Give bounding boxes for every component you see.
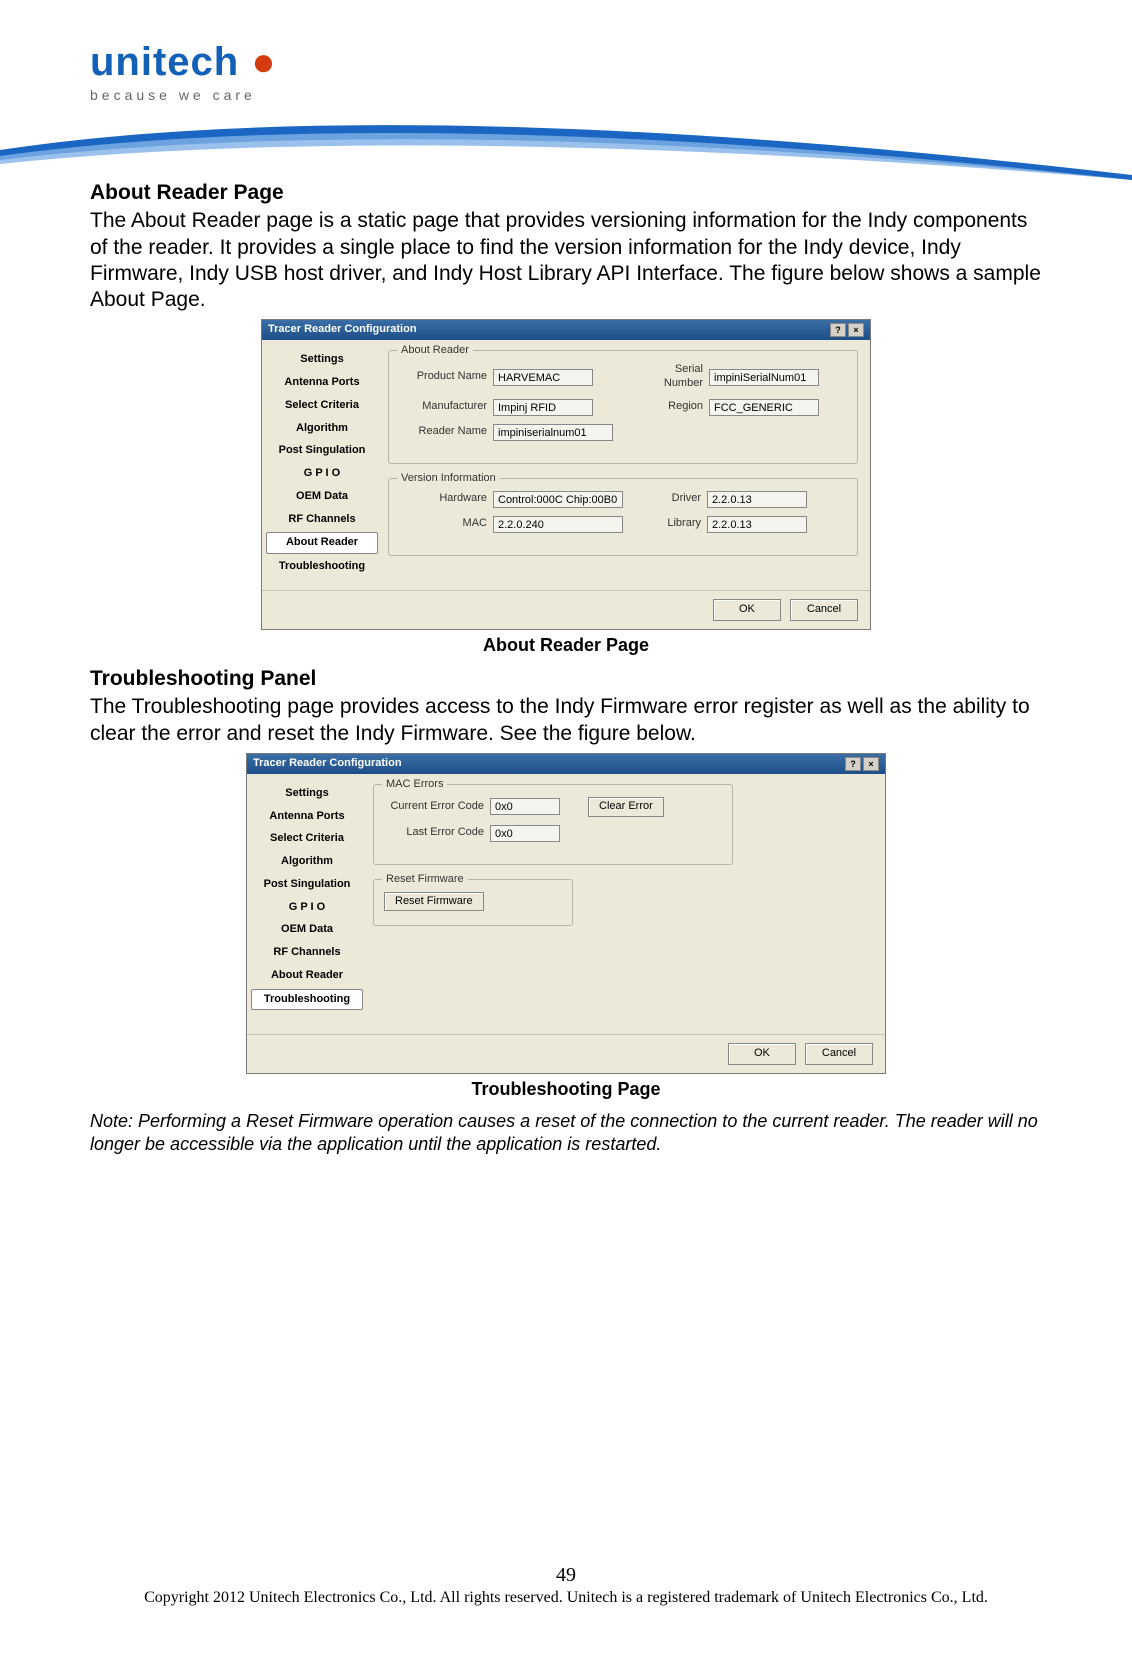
reader-name-value: impiniserialnum01 (493, 424, 613, 441)
mac-label: MAC (399, 517, 487, 531)
content-area: About Reader Page The About Reader page … (0, 160, 1132, 1157)
dialog-title: Tracer Reader Configuration (268, 323, 417, 337)
region-value: FCC_GENERIC (709, 399, 819, 416)
about-panel: About Reader Product Name HARVEMAC Seria… (382, 340, 870, 590)
region-label: Region (633, 400, 703, 414)
sidebar-item-oem-data[interactable]: OEM Data (251, 920, 363, 940)
sidebar-item-post-singulation[interactable]: Post Singulation (251, 875, 363, 895)
page-footer: 49 Copyright 2012 Unitech Electronics Co… (0, 1564, 1132, 1607)
about-heading: About Reader Page (90, 180, 1042, 206)
last-error-label: Last Error Code (384, 826, 484, 840)
manufacturer-value: Impinj RFID (493, 399, 593, 416)
cancel-button[interactable]: Cancel (790, 599, 858, 621)
reset-firmware-group: Reset Firmware Reset Firmware (373, 879, 573, 927)
ts-body: The Troubleshooting page provides access… (90, 694, 1042, 747)
current-error-value: 0x0 (490, 798, 560, 815)
cancel-button[interactable]: Cancel (805, 1043, 873, 1065)
copyright-text: Copyright 2012 Unitech Electronics Co., … (0, 1589, 1132, 1607)
sidebar-item-troubleshooting[interactable]: Troubleshooting (251, 989, 363, 1011)
dialog-titlebar: Tracer Reader Configuration ? × (262, 320, 870, 340)
group-legend: MAC Errors (382, 778, 447, 792)
group-legend: Reset Firmware (382, 873, 468, 887)
close-icon[interactable]: × (863, 757, 879, 771)
help-icon[interactable]: ? (845, 757, 861, 771)
ts-heading: Troubleshooting Panel (90, 666, 1042, 692)
hardware-value: Control:000C Chip:00B0 (493, 491, 623, 508)
manufacturer-label: Manufacturer (399, 400, 487, 414)
dialog-footer: OK Cancel (262, 590, 870, 629)
driver-label: Driver (651, 492, 701, 506)
sidebar-item-about-reader[interactable]: About Reader (251, 966, 363, 986)
page-header: unitech ● because we care (0, 0, 1132, 160)
dialog-footer: OK Cancel (247, 1034, 885, 1073)
dialog-titlebar: Tracer Reader Configuration ? × (247, 754, 885, 774)
sidebar-item-gpio[interactable]: G P I O (266, 464, 378, 484)
reset-firmware-button[interactable]: Reset Firmware (384, 892, 484, 912)
sidebar-item-algorithm[interactable]: Algorithm (251, 852, 363, 872)
logo-tagline: because we care (90, 87, 1132, 103)
product-name-value: HARVEMAC (493, 369, 593, 386)
page-number: 49 (0, 1564, 1132, 1587)
clear-error-button[interactable]: Clear Error (588, 797, 664, 817)
mac-value: 2.2.0.240 (493, 516, 623, 533)
about-reader-group: About Reader Product Name HARVEMAC Seria… (388, 350, 858, 464)
logo: unitech ● (90, 40, 1132, 85)
library-value: 2.2.0.13 (707, 516, 807, 533)
sidebar-item-troubleshooting[interactable]: Troubleshooting (266, 557, 378, 577)
sidebar: Settings Antenna Ports Select Criteria A… (247, 774, 367, 1034)
mac-errors-group: MAC Errors Current Error Code 0x0 Clear … (373, 784, 733, 865)
sidebar-item-settings[interactable]: Settings (266, 350, 378, 370)
current-error-label: Current Error Code (384, 800, 484, 814)
figure-caption-ts: Troubleshooting Page (90, 1078, 1042, 1101)
last-error-value: 0x0 (490, 825, 560, 842)
troubleshooting-dialog: Tracer Reader Configuration ? × Settings… (246, 753, 886, 1074)
reader-name-label: Reader Name (399, 425, 487, 439)
reset-note: Note: Performing a Reset Firmware operat… (90, 1110, 1042, 1157)
figure-troubleshooting: Tracer Reader Configuration ? × Settings… (90, 753, 1042, 1100)
sidebar-item-about-reader[interactable]: About Reader (266, 532, 378, 554)
sidebar-item-rf-channels[interactable]: RF Channels (266, 510, 378, 530)
close-icon[interactable]: × (848, 323, 864, 337)
serial-value: impiniSerialNum01 (709, 369, 819, 386)
help-icon[interactable]: ? (830, 323, 846, 337)
logo-dot-icon: ● (239, 40, 276, 84)
group-legend: About Reader (397, 344, 473, 358)
about-reader-dialog: Tracer Reader Configuration ? × Settings… (261, 319, 871, 629)
figure-about: Tracer Reader Configuration ? × Settings… (90, 319, 1042, 656)
sidebar-item-algorithm[interactable]: Algorithm (266, 419, 378, 439)
product-name-label: Product Name (399, 370, 487, 384)
sidebar-item-antenna-ports[interactable]: Antenna Ports (266, 373, 378, 393)
sidebar-item-oem-data[interactable]: OEM Data (266, 487, 378, 507)
sidebar-item-select-criteria[interactable]: Select Criteria (266, 396, 378, 416)
about-body: The About Reader page is a static page t… (90, 208, 1042, 313)
sidebar-item-select-criteria[interactable]: Select Criteria (251, 829, 363, 849)
version-info-group: Version Information Hardware Control:000… (388, 478, 858, 556)
ok-button[interactable]: OK (713, 599, 781, 621)
sidebar-item-post-singulation[interactable]: Post Singulation (266, 441, 378, 461)
ok-button[interactable]: OK (728, 1043, 796, 1065)
driver-value: 2.2.0.13 (707, 491, 807, 508)
dialog-title: Tracer Reader Configuration (253, 757, 402, 771)
library-label: Library (651, 517, 701, 531)
sidebar-item-rf-channels[interactable]: RF Channels (251, 943, 363, 963)
hardware-label: Hardware (399, 492, 487, 506)
serial-label: Serial Number (633, 363, 703, 391)
troubleshooting-panel: MAC Errors Current Error Code 0x0 Clear … (367, 774, 885, 1034)
sidebar: Settings Antenna Ports Select Criteria A… (262, 340, 382, 590)
logo-text: unitech (90, 40, 239, 84)
figure-caption-about: About Reader Page (90, 634, 1042, 657)
sidebar-item-gpio[interactable]: G P I O (251, 898, 363, 918)
sidebar-item-antenna-ports[interactable]: Antenna Ports (251, 807, 363, 827)
sidebar-item-settings[interactable]: Settings (251, 784, 363, 804)
group-legend: Version Information (397, 472, 500, 486)
